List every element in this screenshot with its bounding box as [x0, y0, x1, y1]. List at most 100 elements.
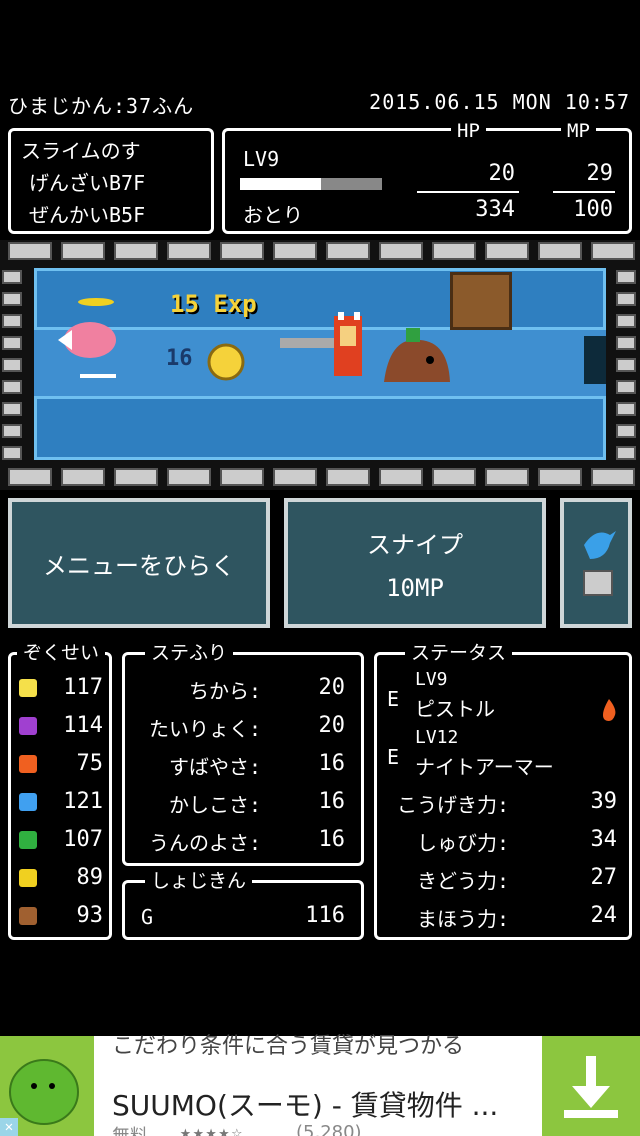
wall-brick: [432, 242, 476, 260]
status-value: 27: [590, 865, 618, 890]
wall-brick: [616, 292, 636, 306]
wall-brick: [114, 242, 158, 260]
wall-brick: [326, 242, 370, 260]
wall-brick: [8, 242, 52, 260]
wall-brick: [2, 314, 22, 328]
download-icon: [564, 1056, 618, 1118]
ad-banner[interactable]: ✕ こだわり条件に合う賃貸が見つかる SUUMO(スーモ) - 賃貸物件 ...…: [0, 1034, 640, 1136]
wall-brick: [61, 242, 105, 260]
elements-panel: ぞくせい 117 114 75 121 107 89 93: [8, 641, 112, 940]
wall-brick: [220, 242, 264, 260]
status-label: まほう力:: [416, 907, 509, 931]
wall-brick: [114, 468, 158, 486]
mp-label: MP: [561, 119, 596, 143]
stat-label: すばやさ:: [168, 755, 261, 779]
slime-angel-sprite-icon: [58, 298, 116, 378]
currency-label: G: [141, 905, 154, 929]
ad-download-button[interactable]: [542, 1036, 640, 1136]
gold-popup: 16: [166, 346, 193, 371]
status-label: きどう力:: [416, 869, 509, 893]
stat-value: 20: [318, 675, 346, 700]
wall-brick: [2, 270, 22, 284]
bird-trophy-icon: [583, 531, 616, 596]
coin-icon: [207, 343, 245, 381]
wall-brick: [616, 424, 636, 438]
skill-cost: 10MP: [386, 573, 444, 602]
wall-brick: [538, 468, 582, 486]
equipped-marker: E: [387, 745, 400, 769]
wall-brick: [273, 242, 317, 260]
stat-label: かしこさ:: [168, 793, 261, 817]
wall-brick: [2, 424, 22, 438]
element-value: 117: [63, 675, 103, 700]
wall-brick: [538, 242, 582, 260]
bait-mp: 100: [573, 197, 613, 222]
dungeon-name: スライムのす: [21, 139, 141, 163]
playtime-text: ひまじかん:37ふん: [8, 94, 195, 118]
wall-brick: [616, 380, 636, 394]
open-menu-button[interactable]: メニューをひらく: [8, 498, 270, 628]
wall-brick: [616, 336, 636, 350]
stat-points-title: ステふり: [145, 641, 234, 665]
twitter-share-button[interactable]: [560, 498, 632, 628]
datetime-text: 2015.06.15 MON 10:57: [369, 90, 630, 114]
wall-brick: [2, 380, 22, 394]
money-title: しょじきん: [145, 869, 253, 893]
wall-brick: [616, 402, 636, 416]
wall-tiles-bottom: [34, 396, 606, 460]
wall-brick: [379, 242, 423, 260]
location-panel: スライムのす げんざいB7F ぜんかいB5F: [8, 128, 214, 234]
exit-opening: [584, 336, 606, 384]
fire-icon: [603, 699, 616, 721]
status-title: ステータス: [405, 641, 513, 665]
wall-brick: [591, 468, 635, 486]
skill-snipe-button[interactable]: スナイプ 10MP: [284, 498, 546, 628]
stat-points-panel: ステふり ちから: 20 たいりょく: 20 すばやさ: 16 かしこさ: 16 うんのよさ: 1…: [122, 641, 364, 866]
wall-brick: [485, 242, 529, 260]
element-value: 75: [76, 751, 104, 776]
status-label: こうげき力:: [396, 793, 509, 817]
status-value: 39: [590, 789, 618, 814]
wall-brick: [485, 468, 529, 486]
wall-brick: [2, 292, 22, 306]
stat-label: うんのよさ:: [148, 831, 261, 855]
wall-brick: [61, 468, 105, 486]
status-value: 34: [590, 827, 618, 852]
wall-brick: [2, 446, 22, 460]
hp-bar-fill: [240, 178, 321, 190]
stat-label: ちから:: [188, 679, 261, 703]
wall-brick: [2, 336, 22, 350]
equip-name: ナイトアーマー: [415, 755, 554, 779]
status-panel: ステータス E LV9 ピストル E LV12 ナイトアーマー こうげき力: 39 しゅび力:…: [374, 641, 632, 940]
player-mp: 29: [586, 161, 614, 186]
stat-value: 20: [318, 713, 346, 738]
equip-level: LV12: [415, 727, 459, 748]
wall-brick: [591, 242, 635, 260]
wall-brick: [8, 468, 52, 486]
ad-rating-stars-icon: ★★★★☆: [180, 1122, 245, 1136]
ad-app-name: SUUMO(スーモ) - 賃貸物件 ...: [112, 1089, 499, 1122]
bait-hp: 334: [475, 197, 515, 222]
wall-brick: [616, 314, 636, 328]
element-value: 107: [63, 827, 103, 852]
wall-brick: [432, 468, 476, 486]
hero-sprite-icon: [280, 312, 362, 376]
wall-brick: [220, 468, 264, 486]
ad-close-icon[interactable]: ✕: [0, 1118, 18, 1136]
element-value: 114: [63, 713, 103, 738]
wall-brick: [326, 468, 370, 486]
wall-brick: [167, 242, 211, 260]
mole-enemy-sprite-icon: [384, 328, 450, 382]
money-panel: しょじきん G 116: [122, 869, 364, 940]
wall-brick: [379, 468, 423, 486]
hp-divider: [417, 191, 519, 193]
mp-divider: [553, 191, 615, 193]
ad-price: 無料: [112, 1122, 148, 1136]
ad-rating-count: (5,280): [296, 1122, 362, 1136]
best-floor: ぜんかいB5F: [29, 203, 146, 227]
ad-headline: こだわり条件に合う賃貸が見つかる: [112, 1034, 465, 1059]
wall-brick: [616, 358, 636, 372]
status-label: しゅび力:: [416, 831, 509, 855]
hp-label: HP: [451, 119, 486, 143]
status-value: 24: [590, 903, 618, 928]
